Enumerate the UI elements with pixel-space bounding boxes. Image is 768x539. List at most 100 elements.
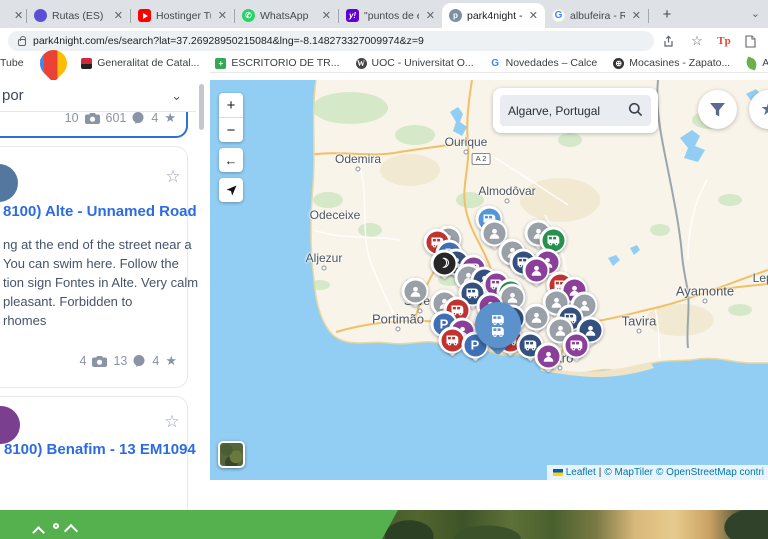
bookmark-star-icon[interactable]: ☆ (689, 33, 705, 49)
bookmark-item[interactable]: G Novedades – Calce (489, 57, 597, 69)
map-marker-gray[interactable] (522, 303, 550, 334)
comment-icon (133, 355, 145, 367)
favorite-star-icon[interactable]: ☆ (163, 413, 181, 431)
bookmark-label: UOC - Universitat O... (371, 57, 474, 69)
favorite-star-icon[interactable]: ☆ (164, 168, 182, 186)
map-marker-gray[interactable] (401, 277, 429, 308)
sort-dropdown[interactable]: por ⌄ (0, 80, 196, 112)
tab-close-icon[interactable]: ✕ (320, 9, 331, 22)
browser-toolbar: park4night.com/es/search?lat=37.26928950… (0, 28, 768, 54)
map-canvas[interactable]: OdemiraOuriqueAlmodôvarOdeceixeAljezurSi… (210, 80, 768, 480)
tab-icon-google: G (552, 9, 565, 22)
globe-icon: ⊕ (613, 57, 625, 69)
bookmark-item[interactable]: Maps (33, 43, 73, 83)
browser-tab[interactable]: Rutas (ES) | Ho ✕ (27, 3, 130, 28)
tab-close-icon[interactable]: ✕ (12, 9, 23, 22)
tab-close-icon[interactable]: ✕ (527, 9, 538, 22)
browser-tab[interactable]: Hostinger Tuto ✕ (131, 3, 234, 28)
tab-icon-park4night: p (449, 9, 462, 22)
tab-close-icon[interactable]: ✕ (112, 9, 123, 22)
tab-label: park4night - L (467, 9, 522, 22)
leaflet-link[interactable]: Leaflet (566, 467, 596, 478)
share-icon[interactable] (660, 33, 676, 49)
tab-label: Hostinger Tuto (156, 9, 211, 22)
result-title-link[interactable]: 8100) Alte - Unnamed Road (3, 203, 197, 220)
map-marker-purple[interactable] (534, 342, 562, 373)
search-icon[interactable] (628, 102, 643, 120)
zoom-control: + − (219, 93, 243, 142)
tab-search-chevron-icon[interactable]: ⌄ (751, 7, 760, 20)
map-label: Aljezur (305, 251, 343, 265)
search-input[interactable]: Algarve, Portugal (500, 95, 651, 126)
map-layer-toggle[interactable] (218, 441, 245, 468)
city-dot (702, 298, 708, 304)
tab-label: WhatsApp (260, 9, 309, 22)
tab-close-icon[interactable]: ✕ (424, 9, 435, 22)
zoom-in-button[interactable]: + (219, 93, 243, 117)
tab-close-icon[interactable]: ✕ (630, 9, 641, 22)
address-bar[interactable]: park4night.com/es/search?lat=37.26928950… (8, 31, 654, 51)
wp-icon: W (355, 57, 367, 69)
tab-icon-whatsapp: ✆ (242, 9, 255, 22)
map-label: Portimão (371, 311, 425, 327)
filter-funnel-icon (710, 102, 725, 116)
footer-green-panel (0, 510, 398, 539)
map-label: Almodôvar (478, 184, 536, 198)
result-card-benafim[interactable]: ☆ 8100) Benafim - 13 EM1094 (0, 396, 196, 510)
bookmark-item[interactable]: W UOC - Universitat O... (355, 57, 474, 69)
g-icon: G (489, 57, 501, 69)
city-dot (636, 328, 642, 334)
lock-icon (18, 36, 26, 46)
map-label: Tavira (621, 313, 657, 329)
result-title-link[interactable]: 8100) Benafim - 13 EM1094 (4, 441, 196, 458)
browser-tab[interactable]: y! "puntos de est ✕ (339, 3, 442, 28)
city-dot (504, 198, 510, 204)
map-marker-purple[interactable] (522, 256, 550, 287)
extension-tp-icon[interactable]: Tp (716, 33, 732, 49)
map-label: Lepe (752, 271, 768, 285)
bookmark-label: Mocasines - Zapato... (629, 57, 731, 69)
browser-tab[interactable]: ✕ (0, 3, 26, 28)
map-marker-black[interactable]: ☽ (430, 249, 458, 280)
maptiler-link[interactable]: © MapTiler (604, 467, 653, 478)
bookmark-item[interactable]: Alpargatas de muje... (744, 55, 768, 71)
browser-tab[interactable]: Galbufeira - Rec ✕ (545, 3, 648, 28)
back-button[interactable]: ← (219, 148, 243, 172)
zoom-out-button[interactable]: − (219, 118, 243, 142)
comment-count: 13 (113, 354, 128, 368)
city-dot (395, 326, 401, 332)
mountain-icon (32, 526, 45, 539)
browser-tab[interactable]: p park4night - L ✕ (442, 3, 545, 28)
road-badge-a2: A 2 (471, 153, 491, 165)
photo-count: 4 (79, 354, 87, 368)
bookmark-item[interactable]: + ESCRITORIO DE TR... (215, 57, 340, 69)
selected-cluster-marker[interactable] (475, 302, 521, 356)
chevron-down-icon: ⌄ (171, 87, 182, 103)
bookmark-item[interactable]: ⊕ Mocasines - Zapato... (613, 57, 730, 69)
filter-button[interactable] (698, 90, 737, 129)
star-icon: ★ (760, 99, 768, 120)
gencat-icon (81, 57, 93, 69)
browser-tab[interactable]: ✆ WhatsApp ✕ (235, 3, 338, 28)
bookmarks-bar: Tube Maps Generalitat de Catal... + ESCRITOR… (0, 43, 768, 83)
osm-link[interactable]: © OpenStreetMap contri (656, 467, 764, 478)
tab-icon-rutas (34, 9, 47, 22)
search-value: Algarve, Portugal (508, 103, 601, 118)
bookmark-item[interactable]: Generalitat de Catal... (81, 57, 199, 69)
map-marker-purple[interactable] (562, 331, 590, 362)
result-card-alte[interactable]: ☆ 8100) Alte - Unnamed Road ng at the en… (0, 146, 198, 388)
avatar (0, 406, 20, 444)
bookmark-item[interactable]: Tube (0, 57, 24, 69)
rating-value: 4 (152, 354, 160, 368)
map-label: Odeceixe (309, 208, 361, 222)
leaf-icon (744, 55, 759, 71)
tab-close-icon[interactable]: ✕ (216, 9, 227, 22)
tab-label: Rutas (ES) | Ho (52, 9, 107, 22)
locate-button[interactable] (219, 178, 243, 202)
sidebar-scrollbar[interactable] (199, 84, 204, 130)
reading-list-icon[interactable] (742, 33, 758, 49)
photo-count: 10 (64, 111, 79, 125)
new-tab-button[interactable]: + (655, 2, 679, 26)
camera-icon (92, 355, 108, 367)
tab-icon-yahoo: y! (346, 9, 359, 22)
